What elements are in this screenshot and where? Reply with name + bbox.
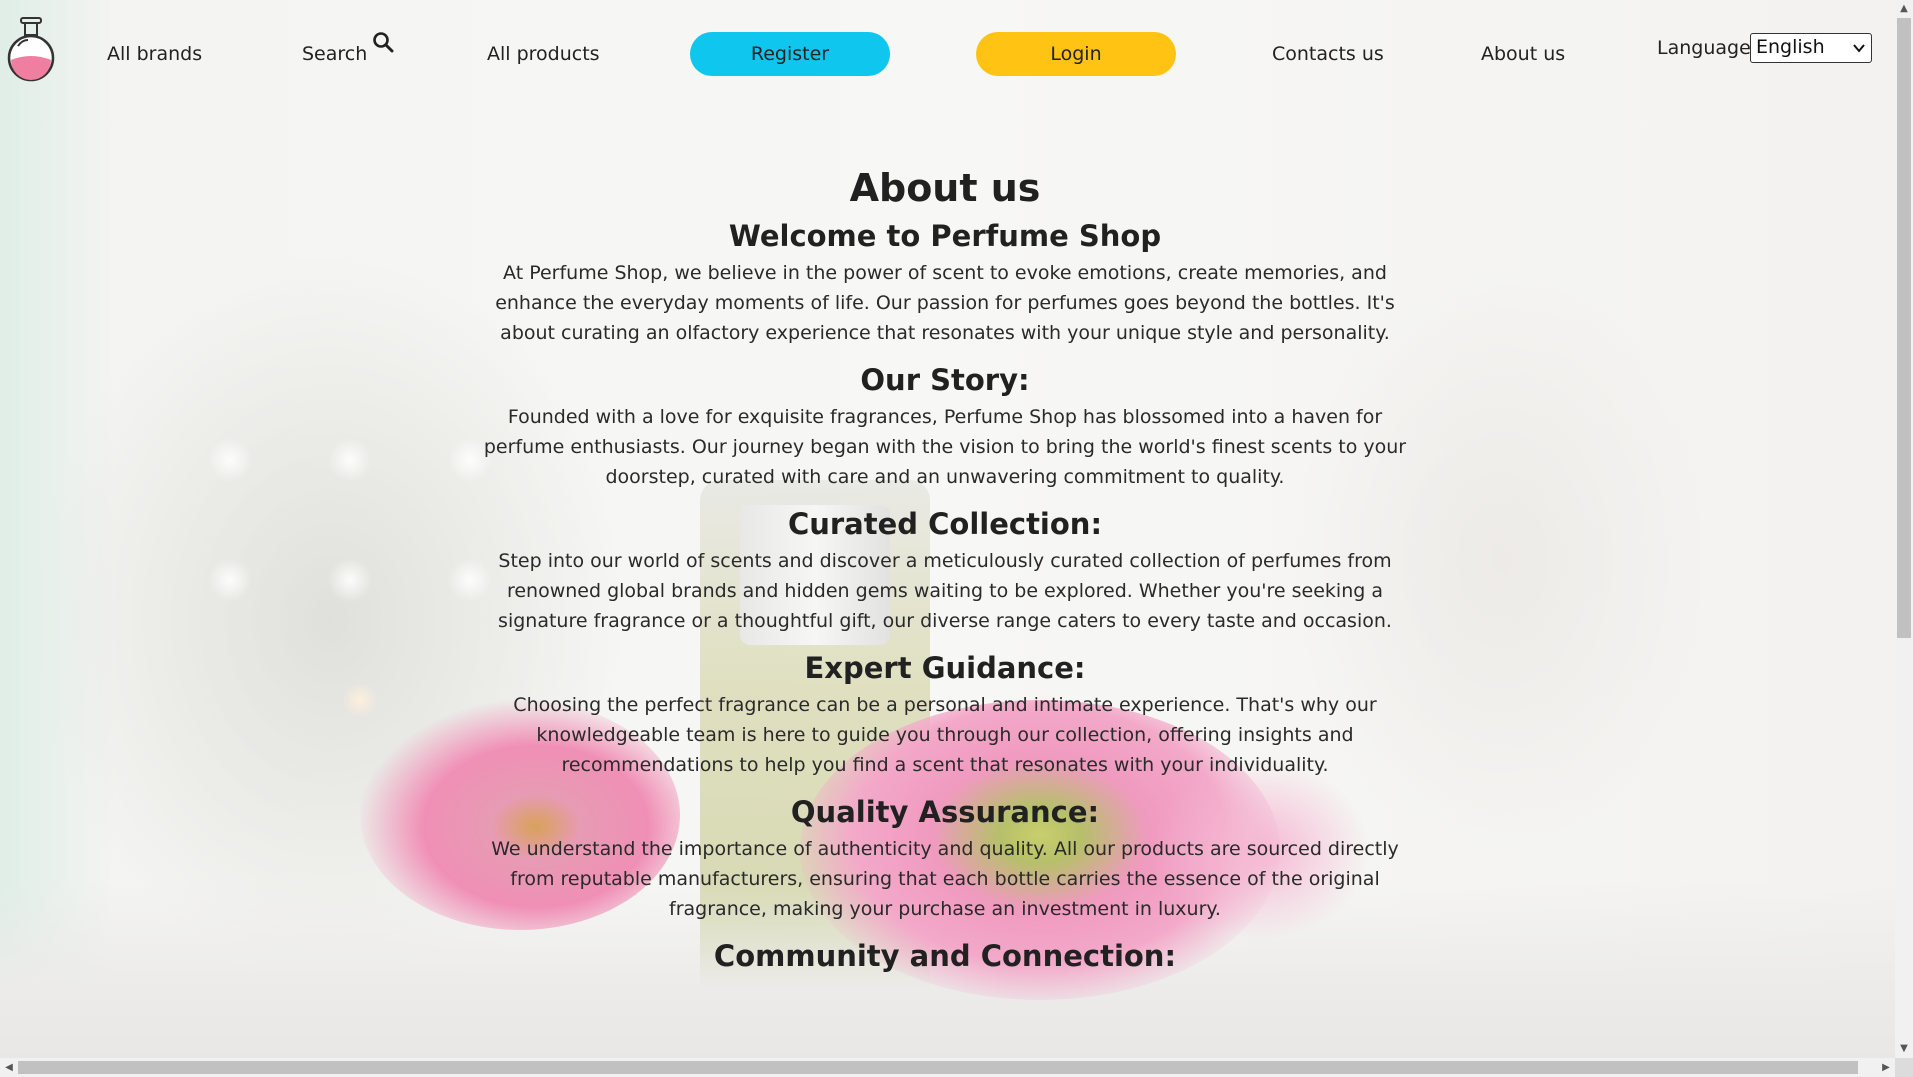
- perfume-bottle-logo-icon[interactable]: [6, 16, 56, 82]
- section-heading: Expert Guidance:: [804, 651, 1086, 685]
- horizontal-scrollbar[interactable]: ◀ ▶: [0, 1058, 1895, 1077]
- search-icon[interactable]: [371, 30, 395, 54]
- welcome-heading: Welcome to Perfume Shop: [728, 219, 1162, 253]
- language-select[interactable]: English: [1750, 33, 1872, 63]
- section-text: Founded with a love for exquisite fragra…: [483, 406, 1407, 488]
- section-heading: Our Story:: [860, 363, 1030, 397]
- login-button[interactable]: Login: [976, 32, 1176, 76]
- nav-all-products[interactable]: All products: [487, 43, 600, 65]
- about-content: About us Welcome to Perfume Shop At Perf…: [470, 160, 1420, 988]
- section-heading: Curated Collection:: [787, 507, 1103, 541]
- language-select-value: English: [1756, 36, 1825, 58]
- vertical-scroll-thumb[interactable]: [1897, 18, 1911, 638]
- language-label: Language: [1657, 37, 1751, 59]
- section-text: We understand the importance of authenti…: [491, 838, 1399, 920]
- section-heading: Community and Connection:: [713, 939, 1177, 973]
- register-button[interactable]: Register: [690, 32, 890, 76]
- nav-about[interactable]: About us: [1481, 43, 1565, 65]
- nav-search[interactable]: Search: [302, 43, 367, 65]
- section-text: Step into our world of scents and discov…: [498, 550, 1392, 632]
- welcome-text: At Perfume Shop, we believe in the power…: [495, 262, 1395, 344]
- page-title: About us: [849, 166, 1041, 210]
- section-heading: Quality Assurance:: [790, 795, 1100, 829]
- scroll-right-arrow-icon[interactable]: ▶: [1877, 1058, 1895, 1077]
- top-navigation: All brands Search All products Register …: [0, 0, 1895, 110]
- scroll-down-arrow-icon[interactable]: ▼: [1895, 1040, 1913, 1058]
- chevron-down-icon: [1853, 44, 1865, 53]
- nav-all-brands[interactable]: All brands: [107, 43, 202, 65]
- scrollbar-corner: [1895, 1058, 1913, 1077]
- scroll-up-arrow-icon[interactable]: ▲: [1895, 0, 1913, 18]
- horizontal-scroll-thumb[interactable]: [18, 1061, 1858, 1074]
- vertical-scrollbar[interactable]: ▲ ▼: [1895, 0, 1913, 1058]
- nav-contacts[interactable]: Contacts us: [1272, 43, 1384, 65]
- section-text: Choosing the perfect fragrance can be a …: [513, 694, 1377, 776]
- scroll-left-arrow-icon[interactable]: ◀: [0, 1058, 18, 1077]
